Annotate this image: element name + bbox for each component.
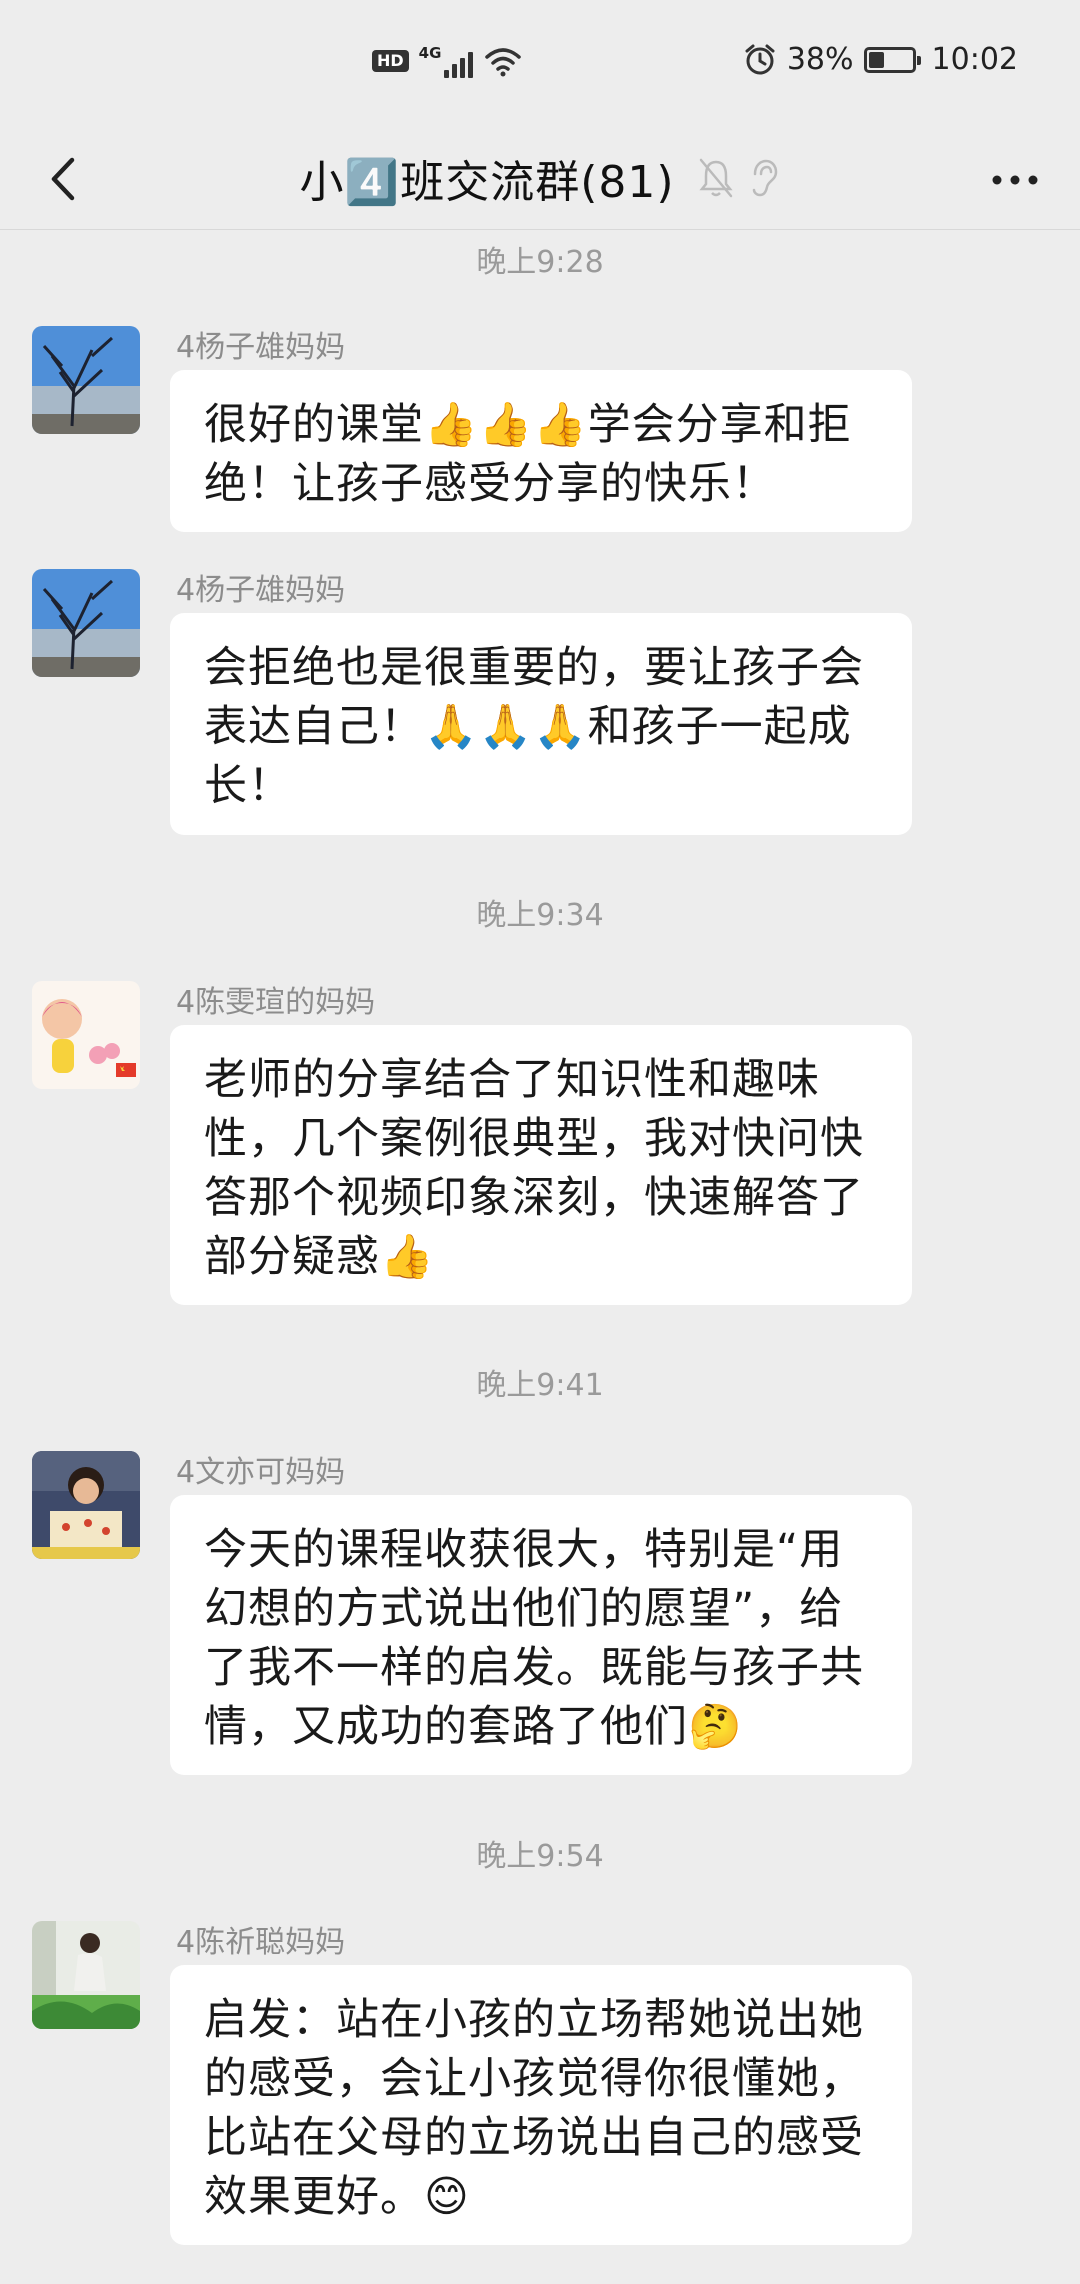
- message-text: 老师的分享结合了知识性和趣味性，几个案例很典型，我对快问快答那个视频印象深刻，快…: [204, 1055, 864, 1282]
- timestamp: 晚上9:28: [476, 245, 604, 280]
- sender-name: 4陈祈聪妈妈: [176, 1925, 346, 1960]
- cartoon-girl-avatar-icon: [32, 981, 140, 1089]
- message-text: 今天的课程收获很大，特别是“用幻想的方式说出他们的愿望”，给了我不一样的启发。既…: [204, 1525, 864, 1752]
- status-bar: HD 4G 38% 10:02: [0, 0, 1080, 126]
- child-photo-avatar-icon: [32, 1451, 140, 1559]
- tree-sky-avatar-icon: [32, 569, 140, 677]
- timestamp: 晚上9:41: [476, 1368, 604, 1403]
- message-bubble[interactable]: 启发：站在小孩的立场帮她说出她的感受，会让小孩觉得你很懂她，比站在父母的立场说出…: [170, 1965, 912, 2245]
- battery-icon: [863, 46, 921, 73]
- message-bubble[interactable]: 会拒绝也是很重要的，要让孩子会表达自己！🙏🙏🙏和孩子一起成长！: [170, 613, 912, 835]
- avatar[interactable]: [32, 1921, 140, 2029]
- alarm-icon: [745, 44, 775, 74]
- sender-name: 4杨子雄妈妈: [176, 330, 346, 365]
- woman-photo-avatar-icon: [32, 1921, 140, 2029]
- chat-title[interactable]: 小4️⃣班交流群(81): [299, 146, 674, 210]
- sender-name: 4文亦可妈妈: [176, 1455, 346, 1490]
- ear-icon: [752, 159, 777, 197]
- avatar[interactable]: [32, 326, 140, 434]
- timestamp: 晚上9:54: [476, 1839, 604, 1874]
- tree-sky-avatar-icon: [32, 326, 140, 434]
- timestamp: 晚上9:34: [476, 898, 604, 933]
- signal-icon: 4G: [419, 44, 474, 78]
- message-bubble[interactable]: 今天的课程收获很大，特别是“用幻想的方式说出他们的愿望”，给了我不一样的启发。既…: [170, 1495, 912, 1775]
- chat-header: 小4️⃣班交流群(81): [0, 126, 1080, 230]
- avatar[interactable]: [32, 569, 140, 677]
- message-text: 很好的课堂👍👍👍学会分享和拒绝！让孩子感受分享的快乐！: [204, 400, 852, 509]
- sender-name: 4陈雯瑄的妈妈: [176, 985, 376, 1020]
- wifi-icon: [485, 48, 522, 77]
- status-right-group: 38% 10:02: [743, 42, 1018, 77]
- status-network-group: HD 4G: [372, 44, 523, 78]
- network-type: 4G: [418, 44, 442, 62]
- message-bubble[interactable]: 老师的分享结合了知识性和趣味性，几个案例很典型，我对快问快答那个视频印象深刻，快…: [170, 1025, 912, 1305]
- message-text: 启发：站在小孩的立场帮她说出她的感受，会让小孩觉得你很懂她，比站在父母的立场说出…: [204, 1995, 864, 2222]
- mute-bell-icon: [698, 158, 733, 198]
- more-icon[interactable]: [980, 150, 1050, 210]
- chat-title-group: 小4️⃣班交流群(81): [0, 126, 1080, 230]
- clock: 10:02: [931, 42, 1018, 77]
- battery-level-fill: [868, 51, 885, 68]
- avatar[interactable]: [32, 981, 140, 1089]
- avatar[interactable]: [32, 1451, 140, 1559]
- message-bubble[interactable]: 很好的课堂👍👍👍学会分享和拒绝！让孩子感受分享的快乐！: [170, 370, 912, 532]
- battery-percent: 38%: [786, 42, 854, 77]
- message-text: 会拒绝也是很重要的，要让孩子会表达自己！🙏🙏🙏和孩子一起成长！: [204, 643, 864, 811]
- hd-badge: HD: [372, 50, 409, 72]
- sender-name: 4杨子雄妈妈: [176, 573, 346, 608]
